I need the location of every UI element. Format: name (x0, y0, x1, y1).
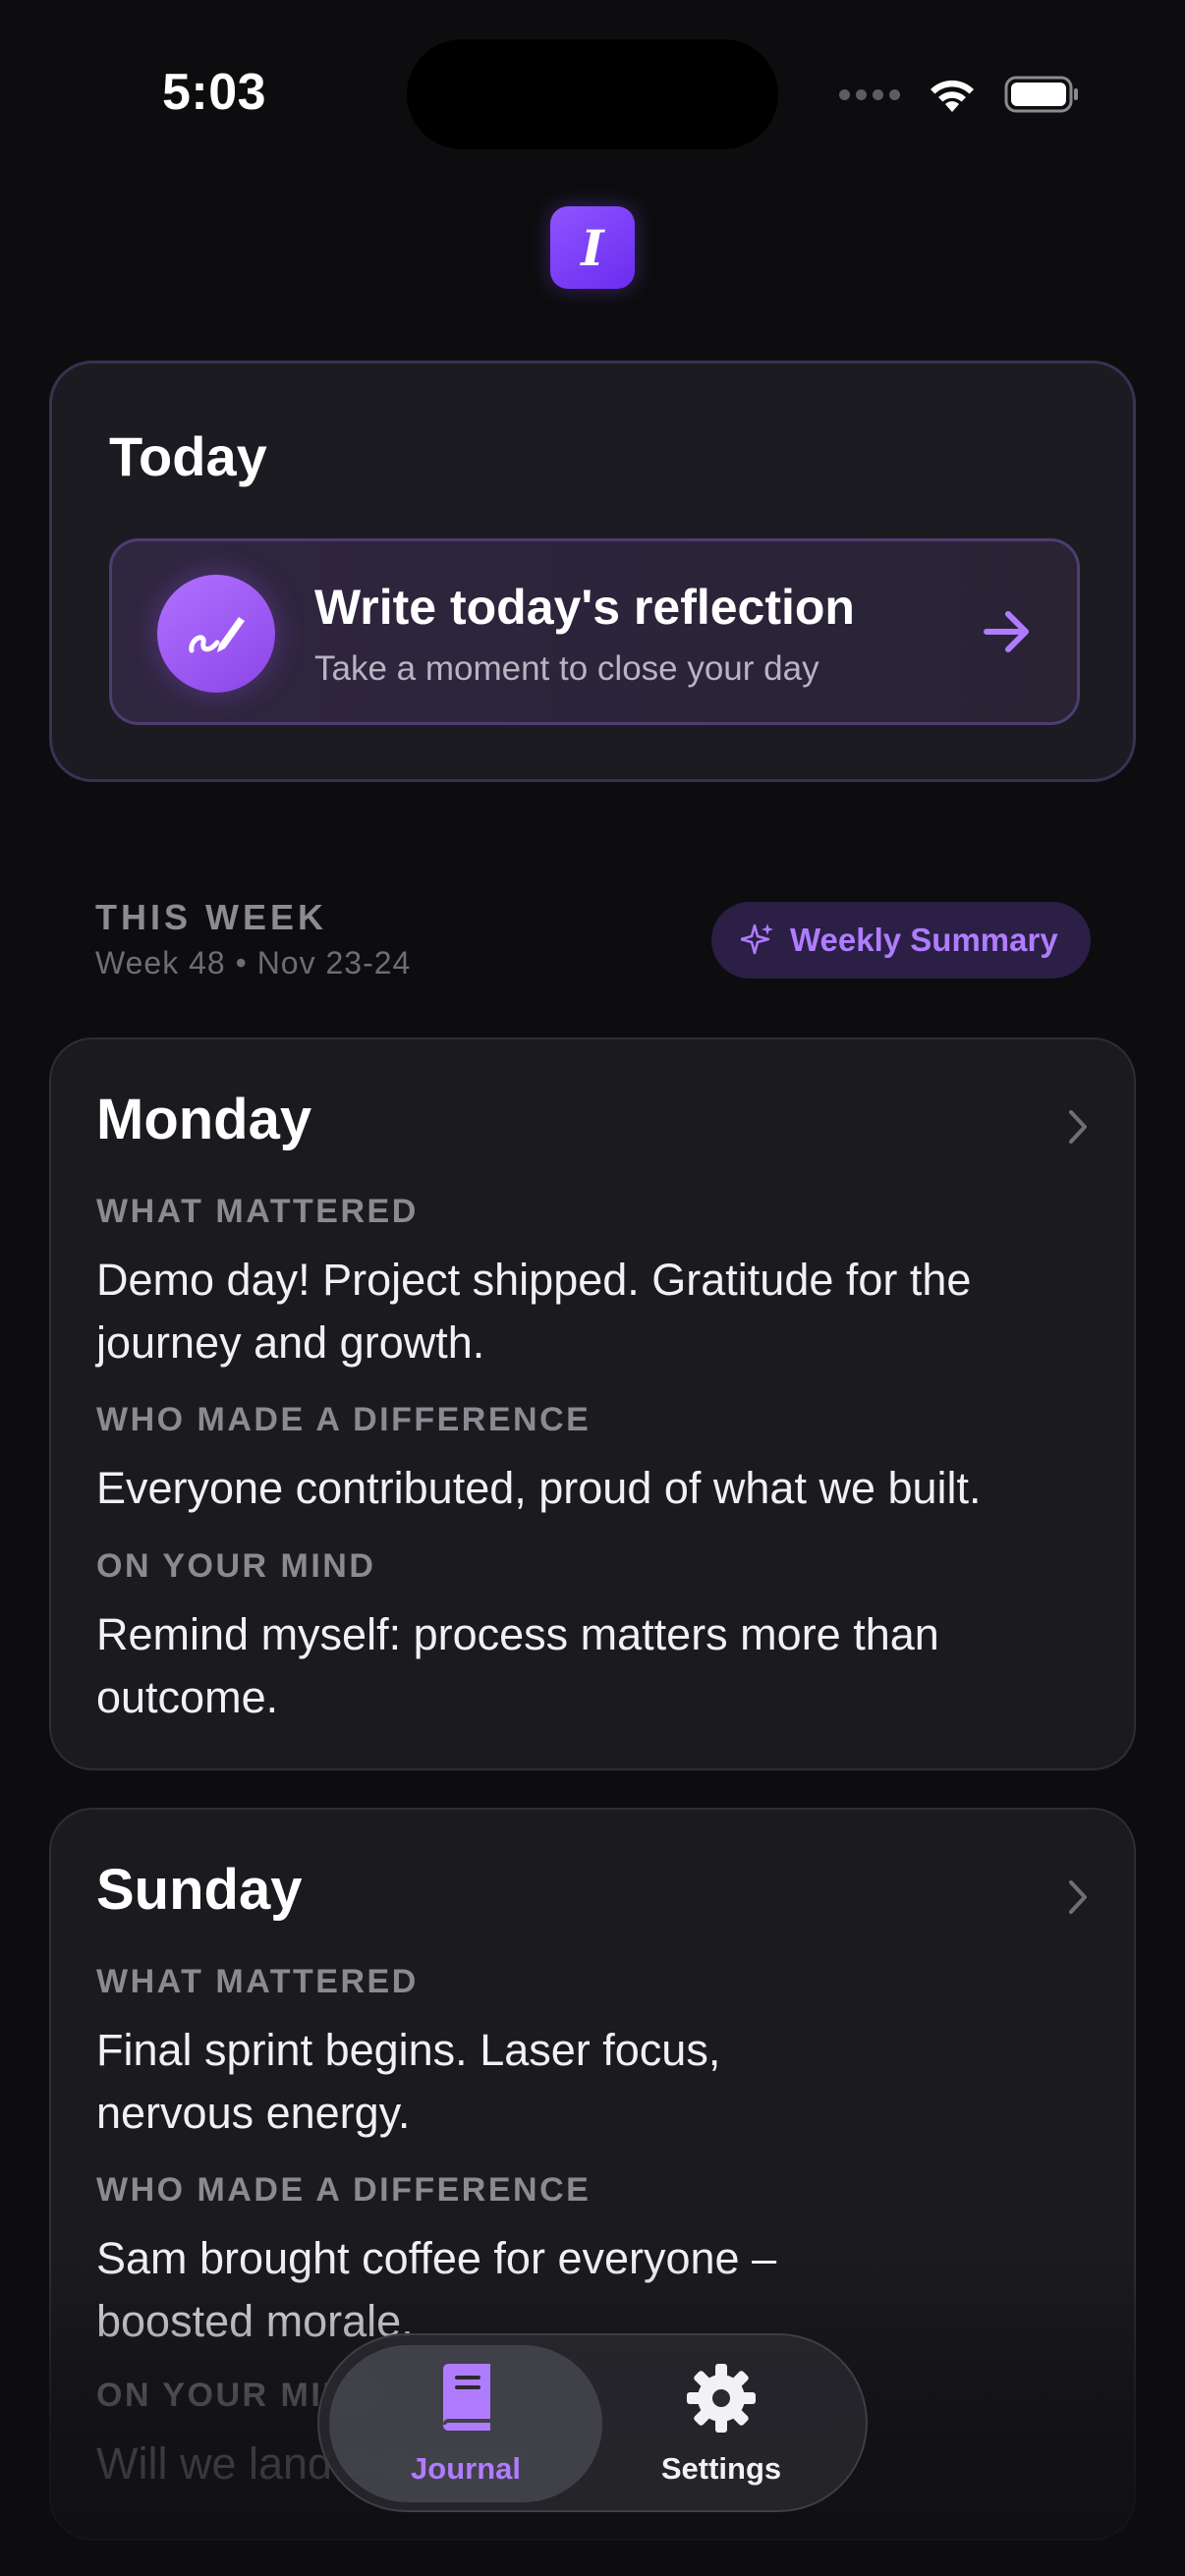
section-text: Demo day! Project shipped. Gratitude for… (96, 1255, 972, 1368)
reflection-subtitle: Take a moment to close your day (314, 649, 819, 688)
chevron-right-icon (1067, 1878, 1091, 1921)
day-name: Sunday (96, 1858, 303, 1922)
section-text: Remind myself: process matters more than… (96, 1609, 939, 1722)
tab-label: Settings (660, 2450, 782, 2486)
weekly-summary-label: Weekly Summary (790, 922, 1058, 958)
weekly-summary-button[interactable]: Weekly Summary (711, 902, 1091, 979)
reflection-title: Write today's reflection (314, 580, 855, 635)
section-text: Final sprint begins. Laser focus, nervou… (96, 2025, 721, 2138)
status-icons (839, 75, 1081, 114)
app-logo: I (550, 206, 635, 289)
section-label: ON YOUR MIND (96, 1547, 376, 1585)
cellular-signal-icon (839, 88, 900, 100)
tab-journal[interactable]: Journal (329, 2345, 602, 2502)
tab-settings[interactable]: Settings (585, 2345, 858, 2502)
write-reflection-button[interactable]: Write today's reflection Take a moment t… (109, 538, 1080, 725)
tab-label: Journal (411, 2450, 521, 2486)
gear-icon (685, 2362, 758, 2439)
dynamic-island (407, 39, 778, 149)
week-range: Week 48 • Nov 23-24 (95, 945, 412, 980)
section-text: Everyone contributed, proud of what we b… (96, 1463, 982, 1513)
sparkle-icon (739, 922, 774, 960)
journal-screen: 5:03 I Today Write today's reflection Ta… (0, 0, 1185, 2576)
today-card: Today Write today's reflection Take a mo… (49, 361, 1136, 782)
status-time: 5:03 (162, 64, 267, 121)
wifi-icon (926, 75, 979, 114)
section-label: WHO MADE A DIFFERENCE (96, 2171, 592, 2209)
pen-icon (157, 575, 275, 693)
day-name: Monday (96, 1088, 312, 1151)
section-label: WHO MADE A DIFFERENCE (96, 1401, 592, 1438)
tab-bar: Journal Settings (317, 2333, 868, 2512)
day-card-monday[interactable]: Monday WHAT MATTERED Demo day! Project s… (49, 1037, 1136, 1770)
battery-icon (1004, 75, 1081, 114)
arrow-right-icon (983, 610, 1032, 658)
section-label: WHAT MATTERED (96, 1193, 419, 1230)
today-title: Today (109, 425, 267, 487)
chevron-right-icon (1067, 1108, 1091, 1150)
week-label: THIS WEEK (95, 897, 328, 937)
book-icon (435, 2362, 496, 2439)
section-label: WHAT MATTERED (96, 1963, 419, 2000)
